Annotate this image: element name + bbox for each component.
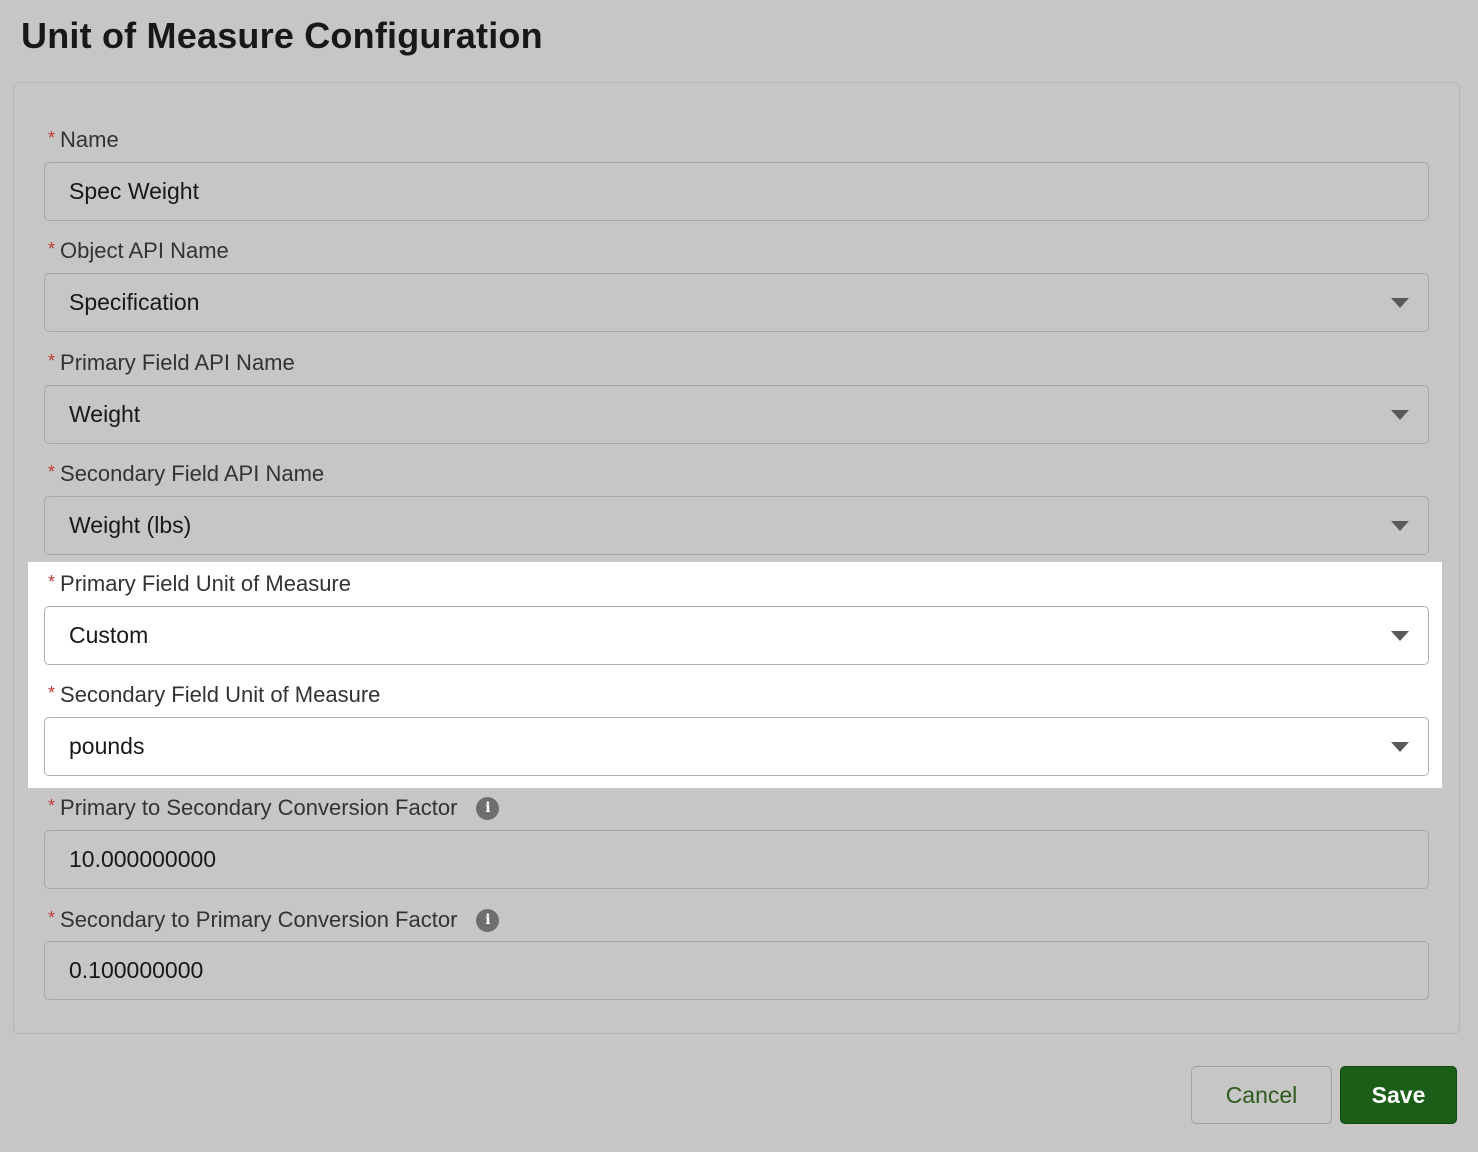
chevron-down-icon	[1391, 741, 1409, 752]
required-marker: *	[48, 796, 56, 816]
primary-field-api-name-label-text: Primary Field API Name	[60, 350, 295, 375]
object-api-name-label-text: Object API Name	[60, 238, 229, 263]
secondary-field-uom-label-text: Secondary Field Unit of Measure	[60, 682, 381, 707]
name-value: Spec Weight	[69, 178, 199, 204]
required-marker: *	[48, 239, 56, 259]
primary-field-api-name-label: * Primary Field API Name	[48, 349, 295, 377]
secondary-to-primary-factor-label-text: Secondary to Primary Conversion Factor	[60, 907, 458, 932]
primary-field-uom-value: Custom	[69, 622, 149, 648]
name-label-text: Name	[60, 127, 119, 152]
primary-field-uom-select[interactable]: Custom	[44, 606, 1429, 665]
page-title: Unit of Measure Configuration	[21, 15, 543, 56]
secondary-to-primary-factor-label: * Secondary to Primary Conversion Factor…	[48, 906, 500, 934]
chevron-down-icon	[1391, 409, 1409, 420]
info-icon[interactable]: i	[476, 908, 500, 932]
required-marker: *	[48, 462, 56, 482]
name-label: * Name	[48, 126, 119, 154]
secondary-field-uom-select[interactable]: pounds	[44, 717, 1429, 776]
secondary-field-api-name-value: Weight (lbs)	[69, 512, 192, 538]
primary-field-uom-label: * Primary Field Unit of Measure	[48, 570, 351, 598]
object-api-name-label: * Object API Name	[48, 237, 229, 265]
name-input[interactable]: Spec Weight	[44, 162, 1429, 221]
primary-field-api-name-select[interactable]: Weight	[44, 385, 1429, 444]
primary-field-api-name-value: Weight	[69, 401, 141, 427]
required-marker: *	[48, 908, 56, 928]
secondary-field-api-name-label: * Secondary Field API Name	[48, 460, 324, 488]
primary-to-secondary-factor-value: 10.000000000	[69, 846, 217, 872]
required-marker: *	[48, 128, 56, 148]
secondary-to-primary-factor-input[interactable]: 0.100000000	[44, 941, 1429, 1000]
required-marker: *	[48, 683, 56, 703]
chevron-down-icon	[1391, 297, 1409, 308]
chevron-down-icon	[1391, 630, 1409, 641]
info-icon[interactable]: i	[476, 796, 500, 820]
secondary-field-api-name-label-text: Secondary Field API Name	[60, 461, 325, 486]
chevron-down-icon	[1391, 520, 1409, 531]
secondary-to-primary-factor-value: 0.100000000	[69, 957, 204, 983]
primary-to-secondary-factor-label: * Primary to Secondary Conversion Factor…	[48, 794, 500, 822]
primary-to-secondary-factor-input[interactable]: 10.000000000	[44, 830, 1429, 889]
secondary-field-api-name-select[interactable]: Weight (lbs)	[44, 496, 1429, 555]
cancel-button[interactable]: Cancel	[1191, 1066, 1332, 1124]
object-api-name-value: Specification	[69, 289, 200, 315]
primary-to-secondary-factor-label-text: Primary to Secondary Conversion Factor	[60, 795, 458, 820]
primary-field-uom-label-text: Primary Field Unit of Measure	[60, 571, 351, 596]
save-button[interactable]: Save	[1340, 1066, 1457, 1124]
object-api-name-select[interactable]: Specification	[44, 273, 1429, 332]
secondary-field-uom-label: * Secondary Field Unit of Measure	[48, 681, 380, 709]
required-marker: *	[48, 351, 56, 371]
form-card	[13, 82, 1460, 1034]
required-marker: *	[48, 572, 56, 592]
secondary-field-uom-value: pounds	[69, 733, 145, 759]
